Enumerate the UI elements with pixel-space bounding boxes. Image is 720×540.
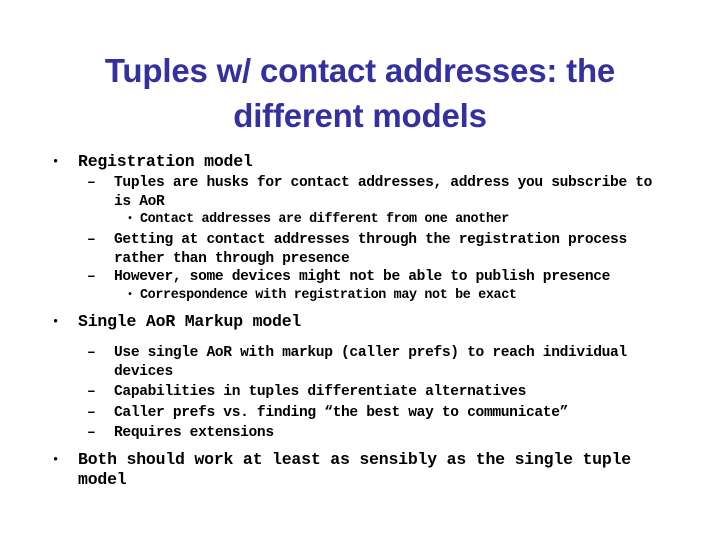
bullet-text: Single AoR Markup model <box>78 311 302 331</box>
bullet-text: Requires extensions <box>114 425 274 442</box>
slide-title-line-1: Tuples w/ contact addresses: the <box>104 52 616 89</box>
bullet-level2: – Requires extensions <box>52 424 670 443</box>
dash-marker-icon: – <box>87 232 96 249</box>
bullet-text: Getting at contact addresses through the… <box>114 232 627 267</box>
bullet-level1: • Single AoR Markup model <box>52 312 670 332</box>
bullet-level2: – Tuples are husks for contact addresses… <box>52 174 670 211</box>
bullet-marker-icon: • <box>127 214 133 226</box>
bullet-text: Tuples are husks for contact addresses, … <box>114 175 653 210</box>
bullet-marker-icon: • <box>52 452 60 467</box>
bullet-marker-icon: • <box>127 289 133 301</box>
slide-title-line-2: different models <box>233 97 487 134</box>
bullet-text: Contact addresses are different from one… <box>140 212 509 228</box>
dash-marker-icon: – <box>87 404 96 421</box>
bullet-level2: – Capabilities in tuples differentiate a… <box>52 383 670 402</box>
bullet-level1: • Registration model <box>52 152 670 172</box>
bullet-level2: – Getting at contact addresses through t… <box>52 231 670 268</box>
slide: Tuples w/ contact addresses: the differe… <box>0 0 720 540</box>
bullet-text: Capabilities in tuples differentiate alt… <box>114 384 526 401</box>
bullet-level2: – Use single AoR with markup (caller pre… <box>52 344 670 381</box>
dash-marker-icon: – <box>87 269 96 286</box>
bullet-text: Registration model <box>78 152 253 171</box>
bullet-text: Use single AoR with markup (caller prefs… <box>114 344 627 380</box>
dash-marker-icon: – <box>87 384 96 401</box>
bullet-level3: • Correspondence with registration may n… <box>52 287 670 305</box>
dash-marker-icon: – <box>87 175 96 191</box>
bullet-marker-icon: • <box>52 155 60 169</box>
bullet-level2: – However, some devices might not be abl… <box>52 268 670 287</box>
bullet-level1: • Both should work at least as sensibly … <box>52 450 670 490</box>
bullet-text: Both should work at least as sensibly as… <box>78 449 631 489</box>
bullet-marker-icon: • <box>52 314 60 329</box>
slide-title: Tuples w/ contact addresses: the differe… <box>36 48 684 138</box>
dash-marker-icon: – <box>87 344 96 361</box>
bullet-level2: – Caller prefs vs. finding “the best way… <box>52 404 670 423</box>
bullet-text: Correspondence with registration may not… <box>140 287 517 303</box>
slide-body: • Registration model – Tuples are husks … <box>52 152 670 490</box>
bullet-level3: • Contact addresses are different from o… <box>52 211 670 229</box>
bullet-text: Caller prefs vs. finding “the best way t… <box>114 404 569 421</box>
dash-marker-icon: – <box>87 425 96 442</box>
bullet-text: However, some devices might not be able … <box>114 269 611 286</box>
